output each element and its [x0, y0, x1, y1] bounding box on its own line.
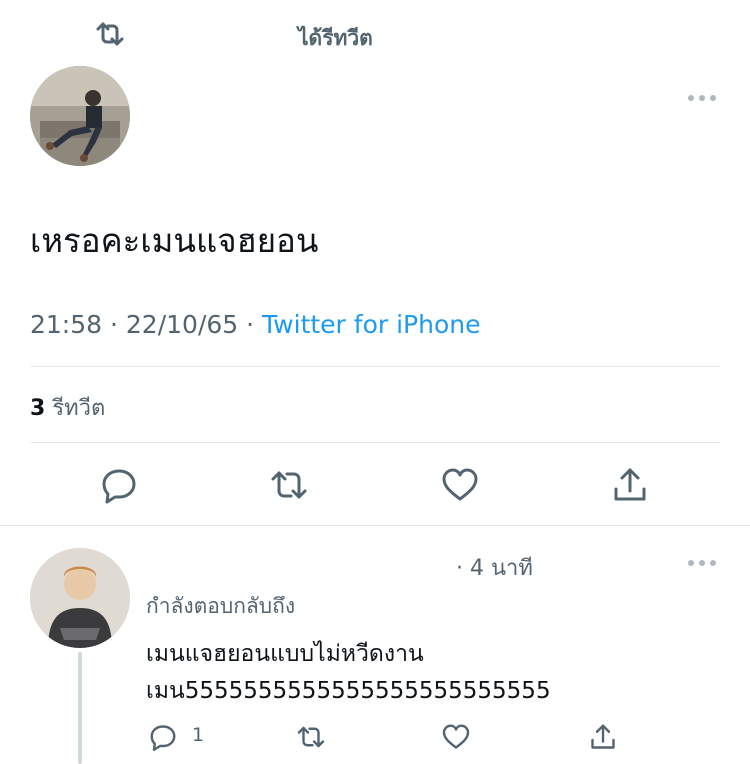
retweet-header: ได้รีทวีต: [94, 18, 694, 52]
reply-like-button[interactable]: [441, 722, 471, 752]
like-icon: [442, 724, 470, 749]
like-icon: [442, 468, 478, 501]
retweet-count: 3: [30, 396, 46, 421]
reply-text-line: เมนแจฮยอนแบบไม่หวีดงาน: [146, 641, 424, 667]
replying-to-label: กำลังตอบกลับถึง: [146, 594, 296, 618]
mention-redacted[interactable]: [301, 597, 492, 617]
retweeted-label: ได้รีทวีต: [298, 26, 373, 50]
reply-icon: [150, 725, 176, 751]
tweet-text: เหรอคะเมนแจฮยอน: [30, 221, 319, 260]
reply-author-name-redacted: [148, 548, 448, 578]
reply-text: เมนแจฮยอนแบบไม่หวีดงาน เมน55555555555555…: [146, 636, 551, 710]
tweet-meta: 21:58 · 22/10/65 · Twitter for iPhone: [30, 310, 481, 339]
retweet-icon: [271, 471, 307, 499]
tweet-date[interactable]: 22/10/65: [126, 310, 238, 339]
author-avatar[interactable]: [30, 66, 130, 166]
like-button[interactable]: [440, 465, 480, 505]
avatar-photo: [30, 66, 130, 166]
tweet-time[interactable]: 21:58: [30, 310, 102, 339]
reply-reply-button[interactable]: [148, 722, 178, 752]
meta-separator: ·: [110, 310, 118, 339]
reply-count: 1: [192, 724, 205, 746]
share-button[interactable]: [610, 465, 650, 505]
section-divider: [0, 525, 750, 526]
meta-separator: ·: [246, 310, 255, 339]
reply-time[interactable]: · 4 นาที: [456, 550, 533, 585]
retweet-button[interactable]: [269, 465, 309, 505]
more-options-icon[interactable]: [686, 557, 718, 569]
retweet-stats[interactable]: 3 รีทวีต: [30, 390, 105, 425]
retweet-icon: [96, 22, 124, 46]
reply-text-line: เมน5555555555555555555555555: [146, 678, 551, 704]
tweet-source-link[interactable]: Twitter for iPhone: [262, 310, 480, 339]
reply-author-avatar[interactable]: [30, 548, 130, 648]
divider: [30, 366, 720, 367]
thread-line: [78, 652, 82, 764]
reply-icon: [102, 469, 136, 504]
reply-meta: · 4 นาที: [148, 548, 568, 581]
author-name-redacted: [150, 88, 530, 128]
reply-retweet-button[interactable]: [296, 722, 326, 752]
retweet-count-label: รีทวีต: [52, 396, 106, 421]
reply-button[interactable]: [99, 465, 139, 505]
replying-to: กำลังตอบกลับถึง: [146, 590, 492, 623]
more-options-icon[interactable]: [686, 92, 718, 104]
share-icon: [591, 724, 615, 749]
avatar-photo: [30, 548, 130, 648]
retweet-icon: [297, 726, 325, 748]
divider: [30, 442, 720, 443]
reply-share-button[interactable]: [588, 722, 618, 752]
share-icon: [614, 468, 646, 501]
